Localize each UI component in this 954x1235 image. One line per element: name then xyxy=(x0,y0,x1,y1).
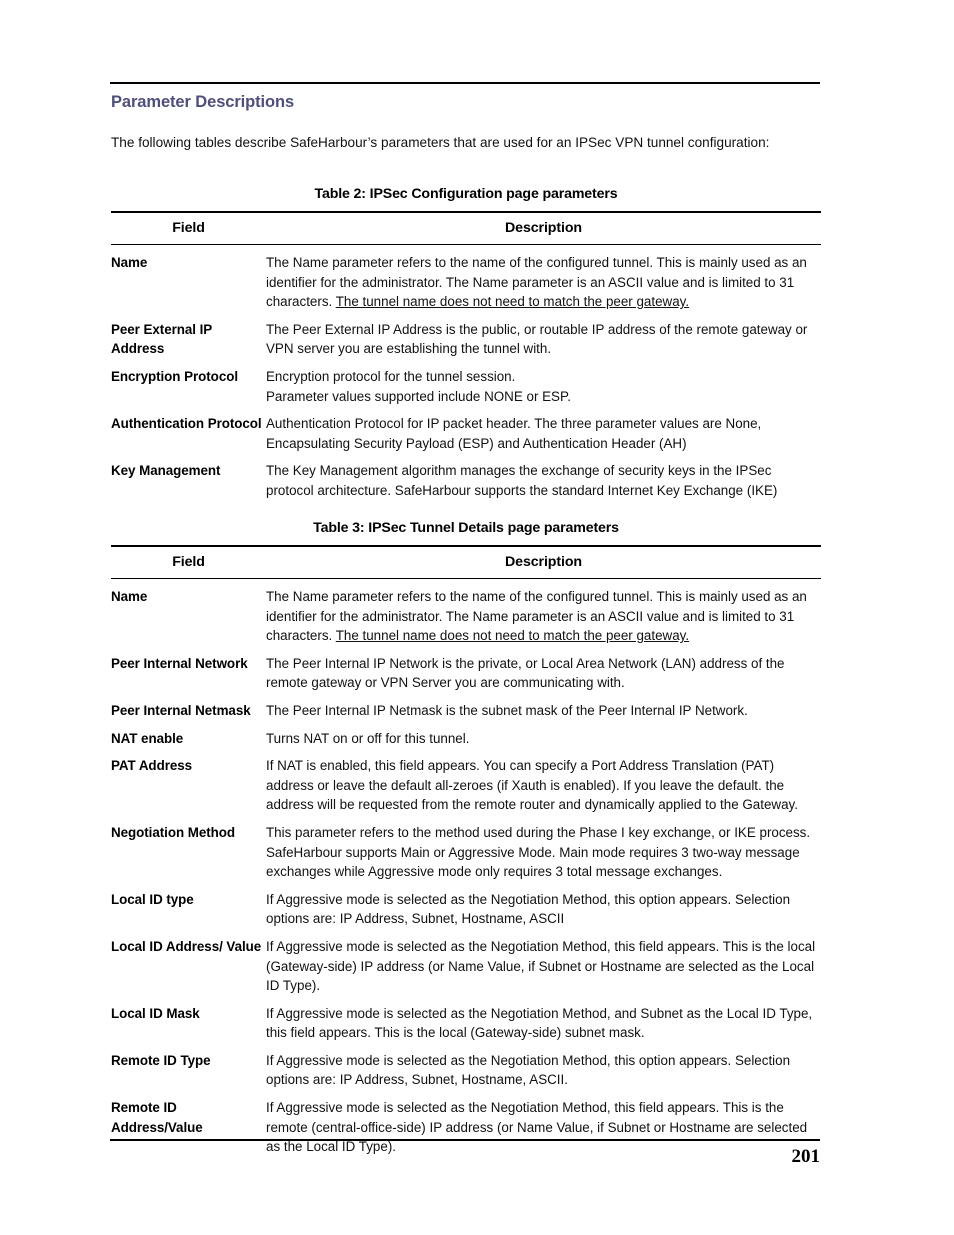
table-row: NAT enable Turns NAT on or off for this t… xyxy=(111,721,821,749)
description-text: Turns NAT on or off for this tunnel. xyxy=(266,730,470,746)
header-rule xyxy=(110,82,820,84)
cell-description: If Aggressive mode is selected as the Ne… xyxy=(266,929,821,996)
table-body: Name The Name parameter refers to the nam… xyxy=(111,579,821,1157)
cell-field: Name xyxy=(111,255,148,270)
cell-field: Remote ID Type xyxy=(111,1052,211,1068)
cell-description: The Peer Internal IP Network is the priv… xyxy=(266,646,821,693)
description-underlined-text: The tunnel name does not need to match t… xyxy=(335,628,690,644)
cell-field: Name xyxy=(111,589,148,604)
cell-description: The Peer External IP Address is the publ… xyxy=(266,312,821,359)
description-text: The Peer Internal IP Netmask is the subn… xyxy=(266,702,748,718)
table-row: Local ID type If Aggressive mode is selec… xyxy=(111,882,821,929)
description-text: This parameter refers to the method used… xyxy=(266,824,811,880)
footer-rule xyxy=(110,1139,820,1141)
cell-field: Encryption Protocol xyxy=(111,368,239,384)
table-block-ipsec-tunnel-details: Table 3: IPSec Tunnel Details page param… xyxy=(111,520,821,1157)
cell-field: Peer Internal Network xyxy=(111,655,248,671)
description-text: Encryption protocol for the tunnel sessi… xyxy=(266,368,516,384)
intro-paragraph: The following tables describe SafeHarbou… xyxy=(111,135,770,150)
cell-field: Local ID Mask xyxy=(111,1005,200,1021)
cell-field: PAT Address xyxy=(111,758,193,774)
description-text-secondary: Parameter values supported include NONE … xyxy=(266,388,571,404)
cell-description: Encryption protocol for the tunnel sessi… xyxy=(266,359,821,406)
table-block-ipsec-configuration: Table 2: IPSec Configuration page parame… xyxy=(111,186,821,501)
table-caption: Table 3: IPSec Tunnel Details page param… xyxy=(313,520,619,536)
cell-field: Peer External IP Address xyxy=(111,321,212,357)
cell-description: The Peer Internal IP Netmask is the subn… xyxy=(266,693,821,721)
cell-description: The Name parameter refers to the name of… xyxy=(266,579,821,646)
table-row: Peer Internal Network The Peer Internal I… xyxy=(111,646,821,693)
table-caption: Table 2: IPSec Configuration page parame… xyxy=(314,186,618,202)
table-header-row: Field Description xyxy=(111,545,821,579)
description-text: If NAT is enabled, this field appears. Y… xyxy=(266,758,798,813)
table-body: Name The Name parameter refers to the nam… xyxy=(111,245,821,501)
cell-description: If Aggressive mode is selected as the Ne… xyxy=(266,882,821,929)
cell-description: The Name parameter refers to the name of… xyxy=(266,245,821,312)
cell-description: This parameter refers to the method used… xyxy=(266,815,821,882)
table-row: Name The Name parameter refers to the nam… xyxy=(111,245,821,312)
document-page: Parameter Descriptions The following tab… xyxy=(0,0,954,1235)
table-row: Name The Name parameter refers to the nam… xyxy=(111,579,821,646)
parameters-table: Field Description Name The Name parameter… xyxy=(111,545,821,1157)
cell-description: The Key Management algorithm manages the… xyxy=(266,453,821,500)
description-text: If Aggressive mode is selected as the Ne… xyxy=(266,1005,813,1041)
cell-field: Negotiation Method xyxy=(111,824,236,840)
description-text: The Key Management algorithm manages the… xyxy=(266,463,778,498)
cell-description: If Aggressive mode is selected as the Ne… xyxy=(266,1043,821,1090)
table-row: Local ID Mask If Aggressive mode is selec… xyxy=(111,996,821,1043)
cell-description: If NAT is enabled, this field appears. Y… xyxy=(266,748,821,815)
description-text: The Name parameter refers to the name of… xyxy=(266,589,807,644)
cell-field: Local ID type xyxy=(111,891,194,907)
cell-field: Peer Internal Netmask xyxy=(111,702,251,718)
column-header-field: Field xyxy=(111,545,266,579)
table-row: Peer Internal Netmask The Peer Internal I… xyxy=(111,693,821,721)
cell-field: Key Management xyxy=(111,463,221,479)
cell-field: Local ID Address/ Value xyxy=(111,938,262,954)
cell-description: Authentication Protocol for IP packet he… xyxy=(266,406,821,453)
column-header-description: Description xyxy=(266,545,821,579)
description-text: If Aggressive mode is selected as the Ne… xyxy=(266,938,816,994)
table-row: Authentication Protocol Authentication Pr… xyxy=(111,406,821,453)
table-header-row: Field Description xyxy=(111,211,821,245)
table-row: PAT Address If NAT is enabled, this field… xyxy=(111,748,821,815)
cell-description: Turns NAT on or off for this tunnel. xyxy=(266,721,821,749)
table-row: Encryption Protocol Encryption protocol f… xyxy=(111,359,821,406)
table-row: Local ID Address/ Value If Aggressive mod… xyxy=(111,929,821,996)
table-row: Negotiation Method This parameter refers … xyxy=(111,815,821,882)
description-text: If Aggressive mode is selected as the Ne… xyxy=(266,1052,791,1088)
cell-description: If Aggressive mode is selected as the Ne… xyxy=(266,996,821,1043)
parameters-table: Field Description Name The Name parameter… xyxy=(111,211,821,501)
column-header-field: Field xyxy=(111,211,266,245)
column-header-description: Description xyxy=(266,211,821,245)
page-number: 201 xyxy=(791,1146,821,1167)
description-text: The Peer Internal IP Network is the priv… xyxy=(266,655,785,691)
description-text: The Peer External IP Address is the publ… xyxy=(266,321,808,357)
table-row: Peer External IP Address The Peer Externa… xyxy=(111,312,821,359)
cell-field: Authentication Protocol xyxy=(111,416,262,432)
description-text: The Name parameter refers to the name of… xyxy=(266,255,807,310)
cell-field: NAT enable xyxy=(111,730,184,746)
page-title: Parameter Descriptions xyxy=(111,93,295,111)
description-text: If Aggressive mode is selected as the Ne… xyxy=(266,891,791,927)
table-row: Remote ID Type If Aggressive mode is sele… xyxy=(111,1043,821,1090)
description-text: Authentication Protocol for IP packet he… xyxy=(266,416,762,451)
description-underlined-text: The tunnel name does not need to match t… xyxy=(335,294,690,310)
table-row: Key Management The Key Management algorit… xyxy=(111,453,821,500)
